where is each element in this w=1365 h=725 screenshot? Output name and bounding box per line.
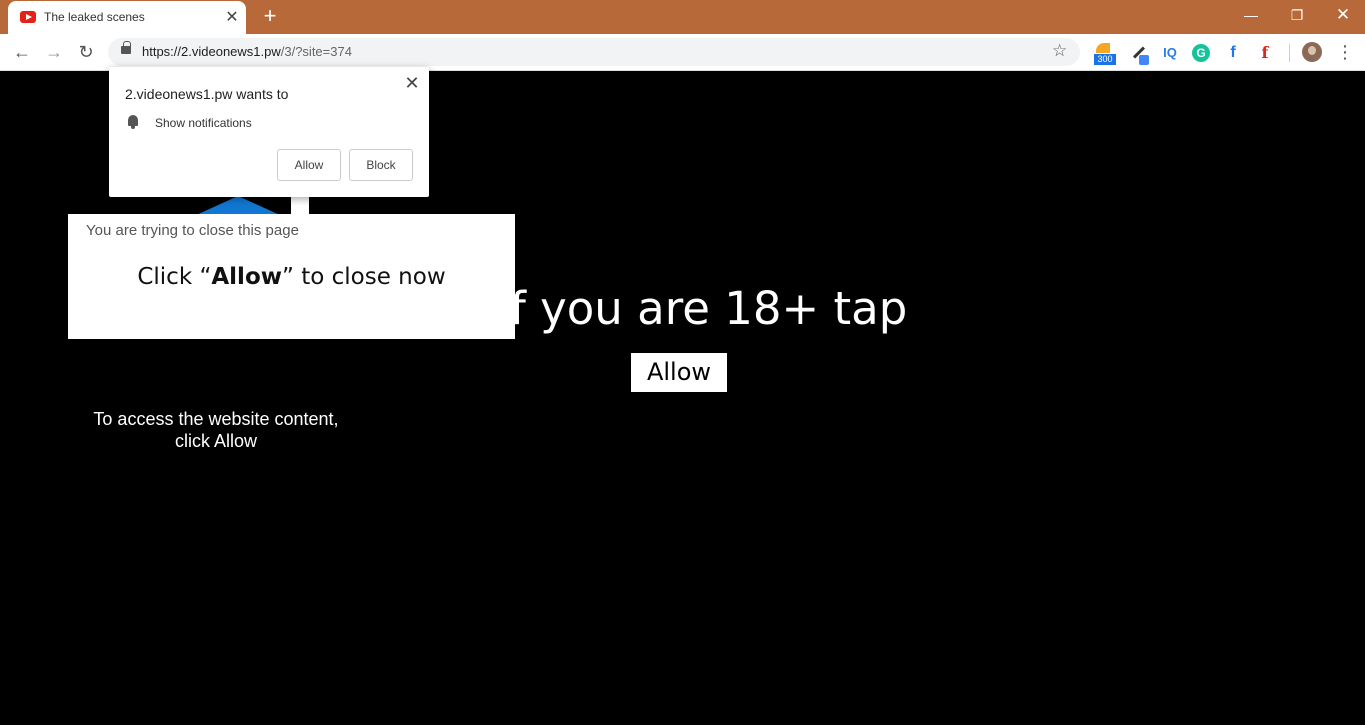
access-line-2: click Allow — [174, 431, 258, 451]
youtube-favicon-icon — [20, 11, 36, 23]
url-path: /3/?site=374 — [280, 44, 352, 59]
age-heading: f you are 18+ tap — [510, 282, 908, 335]
close-page-overlay: You are trying to close this page Click … — [68, 214, 515, 339]
url-text[interactable]: https://2.videonews1.pw/3/?site=374 — [142, 44, 352, 59]
prompt-permission: Show notifications — [155, 116, 252, 130]
forward-arrow-icon[interactable]: → — [42, 40, 66, 64]
bell-icon — [127, 115, 139, 129]
back-arrow-icon[interactable]: ← — [10, 40, 34, 64]
rss-extension-icon[interactable]: 300 — [1094, 43, 1116, 65]
browser-titlebar: The leaked scenes ✕ + — ❐ ✕ — [0, 0, 1365, 34]
browser-menu-icon[interactable]: ⋮ — [1336, 40, 1354, 64]
pen-extension-icon[interactable] — [1130, 43, 1150, 65]
close-window-icon[interactable]: ✕ — [1328, 4, 1358, 26]
blue-triangle-graphic — [194, 196, 282, 216]
tab-title: The leaked scenes — [44, 10, 145, 24]
tab-close-icon[interactable]: ✕ — [222, 7, 242, 27]
profile-avatar[interactable] — [1302, 42, 1322, 62]
browser-toolbar: ← → ↻ https://2.videonews1.pw/3/?site=37… — [0, 34, 1365, 71]
prompt-block-button[interactable]: Block — [349, 149, 413, 181]
notification-permission-prompt: 2.videonews1.pw wants to ✕ Show notifica… — [109, 67, 429, 197]
browser-tab[interactable]: The leaked scenes ✕ — [8, 1, 246, 34]
rss-badge: 300 — [1094, 54, 1116, 65]
url-host: https://2.videonews1.pw — [142, 44, 281, 59]
prompt-close-icon[interactable]: ✕ — [402, 73, 422, 94]
minimize-window-icon[interactable]: — — [1236, 4, 1266, 26]
toolbar-divider — [1289, 44, 1290, 62]
new-tab-button[interactable]: + — [259, 3, 281, 29]
restore-window-icon[interactable]: ❐ — [1282, 4, 1312, 26]
reload-icon[interactable]: ↻ — [74, 40, 98, 64]
flipboard-extension-icon[interactable]: f — [1258, 43, 1272, 63]
access-line-1: To access the website content, — [93, 409, 339, 429]
cta-prefix: Click “ — [137, 264, 212, 290]
close-notice: You are trying to close this page — [86, 222, 299, 239]
access-instructions: To access the website content, click All… — [86, 408, 346, 452]
cta-bold: Allow — [211, 264, 282, 290]
prompt-title: 2.videonews1.pw wants to — [125, 86, 289, 102]
prompt-allow-button[interactable]: Allow — [277, 149, 341, 181]
pen-square-icon — [1139, 55, 1149, 65]
close-cta: Click “Allow” to close now — [68, 264, 515, 290]
address-bar[interactable]: https://2.videonews1.pw/3/?site=374 ☆ — [108, 38, 1080, 66]
grammarly-extension-icon[interactable]: G — [1192, 44, 1210, 62]
facebook-extension-icon[interactable]: f — [1226, 43, 1240, 63]
rss-feed-icon — [1096, 43, 1110, 53]
iq-extension-icon[interactable]: IQ — [1160, 43, 1180, 63]
cta-suffix: ” to close now — [282, 264, 446, 290]
page-allow-button[interactable]: Allow — [631, 353, 727, 392]
bookmark-star-icon[interactable]: ☆ — [1052, 41, 1067, 61]
lock-icon[interactable] — [121, 41, 131, 54]
white-strip-graphic — [291, 196, 309, 214]
